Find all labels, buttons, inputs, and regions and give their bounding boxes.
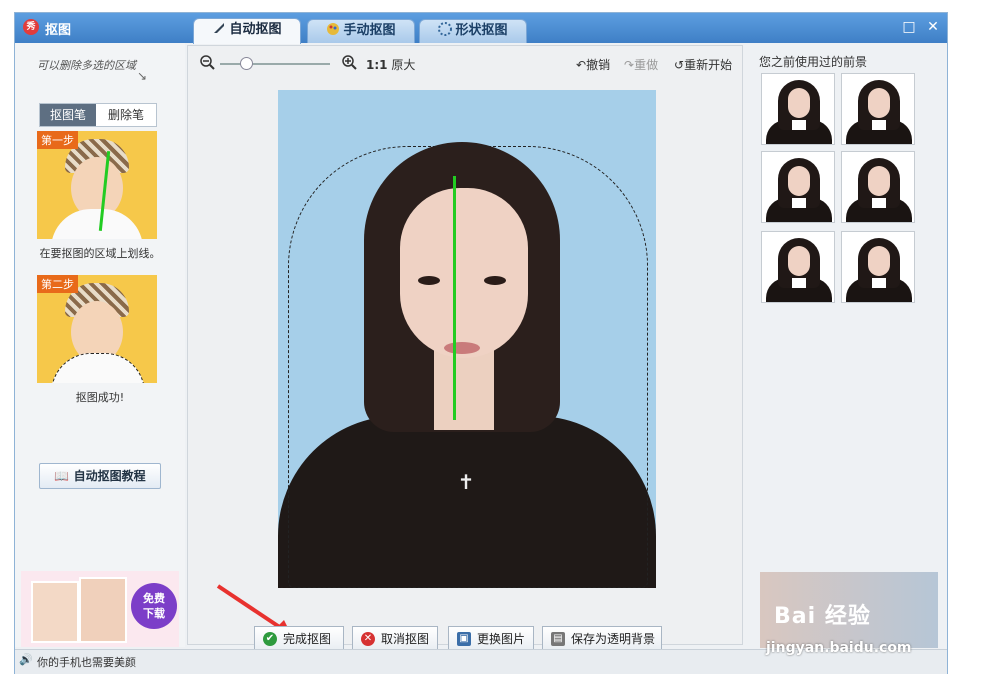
- replace-label: 更换图片: [477, 632, 526, 646]
- watermark-text: Bai 经验: [774, 604, 871, 629]
- restart-button[interactable]: ↺重新开始: [674, 56, 732, 73]
- tab-auto-cutout[interactable]: 自动抠图: [193, 18, 301, 44]
- editing-canvas[interactable]: ✝: [278, 90, 656, 588]
- tutorial-button[interactable]: 📖 自动抠图教程: [39, 463, 161, 489]
- foreground-thumbnail[interactable]: [761, 231, 835, 303]
- zoom-out-icon[interactable]: [200, 55, 216, 74]
- step2-caption: 抠图成功!: [75, 391, 125, 404]
- tutorial-button-label: 自动抠图教程: [73, 469, 146, 483]
- undo-label: 撤销: [586, 58, 611, 72]
- foreground-thumbnail[interactable]: [841, 231, 915, 303]
- done-label: 完成抠图: [283, 632, 332, 646]
- foreground-thumbnail[interactable]: [761, 151, 835, 223]
- foreground-thumbnail[interactable]: [841, 151, 915, 223]
- foreground-thumbnail[interactable]: [841, 73, 915, 145]
- step2-badge: 第二步: [37, 275, 78, 293]
- green-stroke: [453, 176, 456, 420]
- undo-icon: ↶: [576, 58, 587, 72]
- window-title: 抠图: [45, 23, 72, 38]
- curved-arrow-icon: ↘: [137, 69, 148, 83]
- cutout-pen-button[interactable]: 抠图笔: [40, 104, 96, 126]
- step1-badge: 第一步: [37, 131, 78, 149]
- zoom-ratio: 1:1: [366, 58, 388, 72]
- hint-text: 可以删除多选的区域: [37, 59, 136, 72]
- speaker-icon: 🔊: [19, 653, 33, 666]
- selection-outline: [288, 146, 648, 588]
- left-panel: 可以删除多选的区域 ↘ 抠图笔 删除笔 第一步 在要抠图的区域上划线。 第二步 …: [15, 43, 185, 647]
- step1-illustration: 第一步: [37, 131, 157, 239]
- undo-button[interactable]: ↶撤销: [576, 56, 610, 73]
- status-text[interactable]: 你的手机也需要美颜: [37, 654, 136, 670]
- cancel-icon: ✕: [361, 632, 375, 646]
- promo-photo: [79, 577, 127, 643]
- title-bar: 秀 抠图 自动抠图 手动抠图 形状抠图 □ ✕: [15, 13, 947, 44]
- zoom-slider-track[interactable]: [220, 63, 330, 65]
- tab-label: 自动抠图: [229, 22, 282, 37]
- foreground-thumbnail[interactable]: [761, 73, 835, 145]
- check-icon: ✔: [263, 632, 277, 646]
- baby-body-outlined: [51, 353, 145, 383]
- tab-label: 手动抠图: [343, 23, 396, 38]
- redo-icon: ↷: [624, 58, 635, 72]
- watermark-url: jingyan.baidu.com: [766, 640, 912, 656]
- image-icon: ▣: [457, 632, 471, 646]
- step2-illustration: 第二步: [37, 275, 157, 383]
- save-icon: ▤: [551, 632, 565, 646]
- redo-button[interactable]: ↷重做: [624, 56, 658, 73]
- zoom-slider-handle[interactable]: [240, 57, 253, 70]
- tab-shape-cutout[interactable]: 形状抠图: [419, 19, 527, 43]
- badge-line2: 下载: [143, 607, 165, 620]
- maximize-icon[interactable]: □: [901, 19, 917, 35]
- tab-label: 形状抠图: [455, 23, 508, 38]
- pen-toggle: 抠图笔 删除笔: [39, 103, 157, 127]
- original-size-button[interactable]: 1:1 原大: [366, 56, 415, 73]
- erase-pen-button[interactable]: 删除笔: [96, 104, 156, 126]
- shape-icon: [438, 22, 453, 36]
- step1-caption: 在要抠图的区域上划线。: [39, 247, 161, 260]
- right-panel: 您之前使用过的前景: [753, 43, 947, 647]
- badge-line1: 免费: [143, 592, 165, 605]
- book-icon: 📖: [54, 469, 70, 483]
- original-size-label: 原大: [391, 58, 416, 72]
- recent-foregrounds-title: 您之前使用过的前景: [759, 55, 868, 69]
- app-logo-icon: 秀: [23, 19, 39, 35]
- baby-body: [51, 209, 143, 239]
- redo-label: 重做: [634, 58, 659, 72]
- zoom-in-icon[interactable]: [342, 55, 358, 74]
- work-area: 1:1 原大 ↶撤销 ↷重做 ↺重新开始 ✝ ✔ 完成抠图 ✕ 取消抠图 ▣ 更…: [187, 45, 743, 652]
- restart-icon: ↺: [674, 58, 685, 72]
- promo-banner[interactable]: 免费 下载: [21, 571, 179, 647]
- watermark-banner: Bai 经验: [760, 572, 938, 648]
- close-icon[interactable]: ✕: [925, 19, 941, 35]
- restart-label: 重新开始: [684, 58, 733, 72]
- cancel-label: 取消抠图: [381, 632, 430, 646]
- free-download-badge[interactable]: 免费 下载: [131, 583, 177, 629]
- promo-photo: [31, 581, 79, 643]
- tab-manual-cutout[interactable]: 手动抠图: [307, 19, 415, 43]
- brush-icon: [212, 21, 226, 35]
- paint-icon: [326, 22, 340, 36]
- save-transparent-label: 保存为透明背景: [571, 632, 656, 646]
